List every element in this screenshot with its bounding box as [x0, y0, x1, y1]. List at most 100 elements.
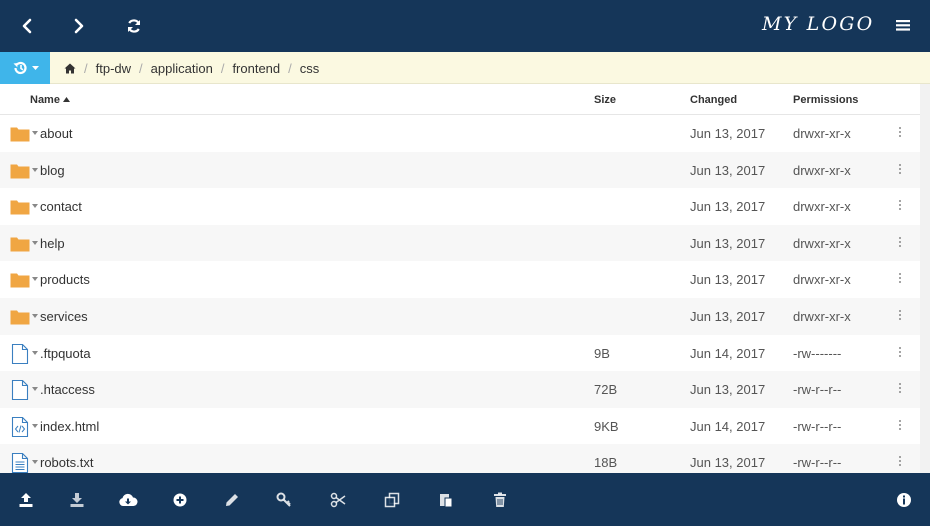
caret-down-icon[interactable]: [32, 387, 38, 392]
edit-button[interactable]: [222, 490, 242, 510]
download-icon: [70, 493, 84, 507]
hamburger-menu-icon: [896, 20, 910, 31]
refresh-icon: [127, 19, 141, 33]
copy-button[interactable]: [382, 490, 402, 510]
text-file-icon: [11, 453, 29, 473]
caret-down-icon[interactable]: [32, 277, 38, 282]
more-options-icon[interactable]: [895, 383, 905, 397]
caret-down-icon[interactable]: [32, 167, 38, 172]
history-dropdown-button[interactable]: [0, 52, 50, 84]
file-changed: Jun 13, 2017: [690, 162, 766, 178]
column-header-name[interactable]: Name: [30, 94, 70, 106]
file-permissions: drwxr-xr-x: [793, 272, 851, 288]
file-permissions: -rw-r--r--: [793, 455, 842, 471]
file-name[interactable]: blog: [40, 163, 65, 178]
more-options-icon[interactable]: [895, 163, 905, 178]
upload-button[interactable]: [16, 490, 36, 510]
file-row[interactable]: .ftpquota 9B Jun 14, 2017 -rw-------: [0, 335, 920, 372]
file-changed: Jun 13, 2017: [690, 199, 766, 215]
caret-down-icon[interactable]: [32, 204, 38, 209]
path-bar: / ftp-dw / application / frontend / css: [0, 52, 930, 84]
add-button[interactable]: [170, 490, 190, 510]
file-row[interactable]: help Jun 13, 2017 drwxr-xr-x: [0, 224, 920, 262]
folder-icon: [10, 164, 30, 179]
caret-down-icon[interactable]: [32, 460, 38, 465]
file-row[interactable]: about Jun 13, 2017 drwxr-xr-x: [0, 115, 920, 152]
file-permissions: drwxr-xr-x: [793, 309, 851, 324]
info-button[interactable]: [894, 490, 914, 510]
paste-icon: [440, 494, 453, 508]
breadcrumb-home[interactable]: [64, 63, 76, 74]
file-changed: Jun 13, 2017: [690, 272, 766, 288]
file-name[interactable]: help: [40, 236, 65, 251]
more-options-icon[interactable]: [895, 200, 905, 214]
delete-button[interactable]: [490, 490, 510, 510]
breadcrumb-item-frontend[interactable]: frontend: [232, 61, 280, 76]
folder-icon: [10, 127, 30, 142]
more-options-icon[interactable]: [895, 456, 905, 470]
file-permissions: drwxr-xr-x: [793, 126, 851, 141]
file-name[interactable]: robots.txt: [40, 455, 93, 470]
file-size: 9B: [594, 345, 610, 361]
scrollbar[interactable]: [920, 84, 930, 473]
file-changed: Jun 13, 2017: [690, 309, 766, 324]
upload-icon: [19, 493, 33, 507]
file-name[interactable]: .htaccess: [40, 382, 95, 397]
file-row[interactable]: services Jun 13, 2017 drwxr-xr-x: [0, 298, 920, 335]
download-button[interactable]: [67, 490, 87, 510]
cloud-download-icon: [119, 493, 138, 506]
more-options-icon[interactable]: [895, 419, 905, 434]
cloud-download-button[interactable]: [118, 490, 138, 510]
file-name[interactable]: index.html: [40, 419, 99, 434]
file-row[interactable]: index.html 9KB Jun 14, 2017 -rw-r--r--: [0, 408, 920, 445]
more-options-icon[interactable]: [895, 310, 905, 324]
file-size: 9KB: [594, 418, 619, 434]
refresh-button[interactable]: [120, 12, 148, 40]
caret-down-icon[interactable]: [32, 240, 38, 245]
menu-button[interactable]: [894, 16, 914, 36]
breadcrumb-item-css[interactable]: css: [300, 61, 320, 76]
column-header-permissions[interactable]: Permissions: [793, 94, 858, 106]
folder-icon: [10, 237, 30, 252]
caret-down-icon[interactable]: [32, 423, 38, 428]
more-options-icon[interactable]: [895, 127, 905, 141]
column-header-changed[interactable]: Changed: [690, 94, 737, 106]
folder-icon: [10, 273, 30, 288]
file-changed: Jun 14, 2017: [690, 418, 766, 434]
paste-button[interactable]: [436, 490, 456, 510]
top-bar: MY LOGO: [0, 0, 930, 52]
file-list: about Jun 13, 2017 drwxr-xr-x blog Jun 13, 2…: [0, 115, 920, 473]
permissions-button[interactable]: [274, 490, 294, 510]
file-name[interactable]: .ftpquota: [40, 346, 91, 361]
file-permissions: drwxr-xr-x: [793, 162, 851, 178]
file-name[interactable]: services: [40, 309, 88, 324]
forward-button[interactable]: [65, 12, 93, 40]
breadcrumb-item-application[interactable]: application: [151, 61, 213, 76]
caret-down-icon[interactable]: [32, 314, 38, 318]
breadcrumb-item-ftp-dw[interactable]: ftp-dw: [96, 61, 131, 76]
cut-button[interactable]: [328, 490, 348, 510]
more-options-icon[interactable]: [895, 346, 905, 361]
file-changed: Jun 13, 2017: [690, 235, 766, 251]
file-name[interactable]: products: [40, 272, 90, 287]
file-row[interactable]: contact Jun 13, 2017 drwxr-xr-x: [0, 188, 920, 225]
file-name[interactable]: contact: [40, 199, 82, 214]
caret-down-icon[interactable]: [32, 350, 38, 355]
file-permissions: -rw-r--r--: [793, 382, 842, 398]
caret-down-icon[interactable]: [32, 131, 38, 135]
file-name[interactable]: about: [40, 126, 73, 141]
file-row[interactable]: blog Jun 13, 2017 drwxr-xr-x: [0, 151, 920, 189]
back-button[interactable]: [13, 12, 41, 40]
file-changed: Jun 13, 2017: [690, 455, 766, 471]
sort-ascending-icon: [62, 97, 70, 102]
file-row[interactable]: robots.txt 18B Jun 13, 2017 -rw-r--r--: [0, 444, 920, 473]
more-options-icon[interactable]: [895, 236, 905, 251]
home-icon: [64, 63, 76, 73]
file-row[interactable]: .htaccess 72B Jun 13, 2017 -rw-r--r--: [0, 371, 920, 408]
history-icon: [13, 61, 27, 75]
column-header-size[interactable]: Size: [594, 94, 616, 106]
more-options-icon[interactable]: [895, 273, 905, 287]
file-row[interactable]: products Jun 13, 2017 drwxr-xr-x: [0, 261, 920, 298]
breadcrumb-separator: /: [84, 60, 88, 76]
file-permissions: -rw-------: [793, 345, 842, 361]
